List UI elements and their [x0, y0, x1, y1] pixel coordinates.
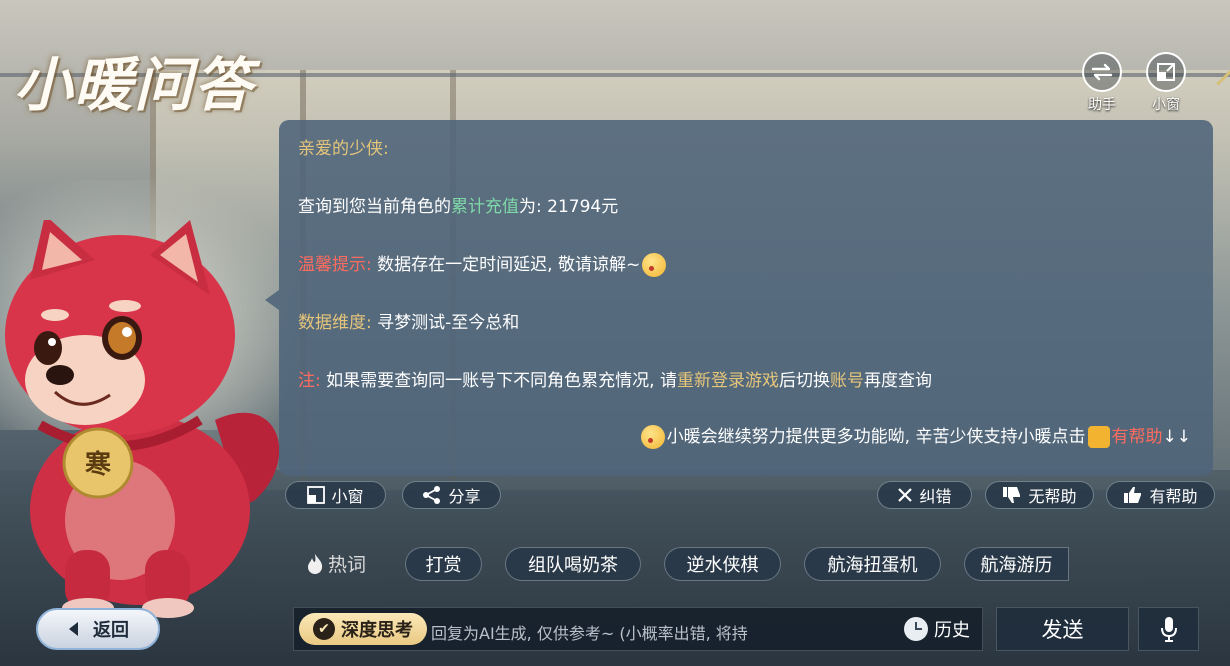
mascot-dog-image: 寒	[5, 220, 280, 618]
not-helpful-button[interactable]: 无帮助	[985, 481, 1094, 509]
hot-word-chip[interactable]: 航海扭蛋机	[804, 547, 941, 581]
tip-label: 温馨提示:	[298, 255, 372, 275]
query-prefix: 查询到您当前角色的	[298, 197, 451, 217]
page-title: 小暖问答	[14, 51, 255, 119]
helpful-button[interactable]: 有帮助	[1106, 481, 1215, 509]
hot-word-chip[interactable]: 打赏	[405, 547, 482, 581]
note-text-2: 后切换	[778, 371, 830, 391]
note-label: 注:	[298, 371, 321, 391]
mini-window-pill-label: 小窗	[331, 487, 364, 506]
dimension-text: 寻梦测试-至今总和	[371, 313, 520, 333]
dimension-line: 数据维度: 寻梦测试-至今总和	[298, 308, 519, 333]
mini-window-icon	[307, 486, 326, 504]
hot-word-chip[interactable]: 逆水侠棋	[664, 547, 781, 581]
swap-icon	[1082, 52, 1122, 92]
history-button[interactable]: 历史	[904, 616, 970, 642]
account-link: 账号	[829, 371, 864, 391]
share-label: 分享	[448, 487, 481, 506]
chat-input-bar[interactable]: ✔ 深度思考 回复为AI生成, 仅供参考~ (小概率出错, 将持 历史	[293, 607, 983, 651]
history-label: 历史	[934, 620, 970, 641]
dimension-label: 数据维度:	[298, 313, 372, 333]
assistant-label: 助手	[1088, 97, 1116, 113]
hot-words-text: 热词	[328, 554, 367, 576]
not-helpful-label: 无帮助	[1028, 487, 1077, 506]
share-button[interactable]: 分享	[402, 481, 501, 509]
deep-think-label: 深度思考	[341, 620, 413, 641]
share-icon	[423, 486, 441, 504]
hot-word-chip[interactable]: 航海游历	[964, 547, 1069, 581]
clock-icon	[904, 617, 928, 641]
query-highlight: 累计充值	[451, 197, 519, 217]
note-text-3: 再度查询	[863, 371, 932, 391]
relogin-link: 重新登录游戏	[676, 371, 779, 391]
microphone-button[interactable]	[1138, 607, 1199, 651]
send-button[interactable]: 发送	[996, 607, 1129, 651]
answer-bubble: 亲爱的少侠: 查询到您当前角色的累计充值为: 21794元 温馨提示: 数据存在…	[265, 120, 1213, 476]
tip-line: 温馨提示: 数据存在一定时间延迟, 敬请谅解~	[298, 250, 668, 277]
mini-window-button[interactable]: 小窗	[1144, 52, 1188, 114]
thumbs-up-emoji-icon	[1087, 426, 1110, 448]
correct-button[interactable]: 纠错	[877, 481, 972, 509]
mascot-tag-text: 寒	[85, 449, 111, 480]
close-icon	[898, 488, 913, 502]
hot-word-chip[interactable]: 组队喝奶茶	[505, 547, 641, 581]
check-icon: ✔	[313, 618, 335, 640]
mini-window-icon	[1146, 52, 1186, 92]
microphone-icon	[1160, 617, 1177, 642]
back-arrow-icon	[69, 622, 78, 636]
assistant-button[interactable]: 助手	[1080, 52, 1124, 114]
tip-text: 数据存在一定时间延迟, 敬请谅解~	[371, 255, 641, 275]
flame-icon	[308, 553, 323, 574]
deep-think-toggle[interactable]: ✔ 深度思考	[299, 613, 427, 645]
correct-label: 纠错	[919, 487, 952, 506]
mini-window-pill-button[interactable]: 小窗	[285, 481, 386, 509]
hot-words-label: 热词	[306, 550, 366, 577]
thumbs-down-icon	[1003, 487, 1021, 503]
kiss-emoji-icon	[642, 253, 667, 277]
greeting-text: 亲爱的少侠:	[298, 139, 389, 159]
note-text-1: 如果需要查询同一账号下不同角色累充情况, 请	[320, 371, 677, 391]
chat-input-placeholder[interactable]: 回复为AI生成, 仅供参考~ (小概率出错, 将持	[431, 620, 748, 644]
query-suffix: 为: 21794元	[519, 197, 619, 217]
helpful-label: 有帮助	[1149, 487, 1198, 506]
closing-arrows: ↓↓	[1162, 427, 1192, 447]
recharge-query-line: 查询到您当前角色的累计充值为: 21794元	[298, 192, 618, 217]
kiss-emoji-icon	[640, 425, 665, 449]
thumbs-up-icon	[1124, 487, 1142, 503]
closing-text: 小暖会继续努力提供更多功能呦, 辛苦少侠支持小暖点击	[666, 427, 1086, 447]
back-label: 返回	[93, 620, 129, 641]
mini-window-label: 小窗	[1152, 97, 1180, 113]
closing-line: 小暖会继续努力提供更多功能呦, 辛苦少侠支持小暖点击 有帮助↓↓	[639, 422, 1191, 449]
note-line: 注: 如果需要查询同一账号下不同角色累充情况, 请重新登录游戏后切换账号再度查询	[298, 366, 932, 391]
back-button[interactable]: 返回	[36, 608, 160, 650]
closing-highlight: 有帮助	[1111, 427, 1163, 447]
